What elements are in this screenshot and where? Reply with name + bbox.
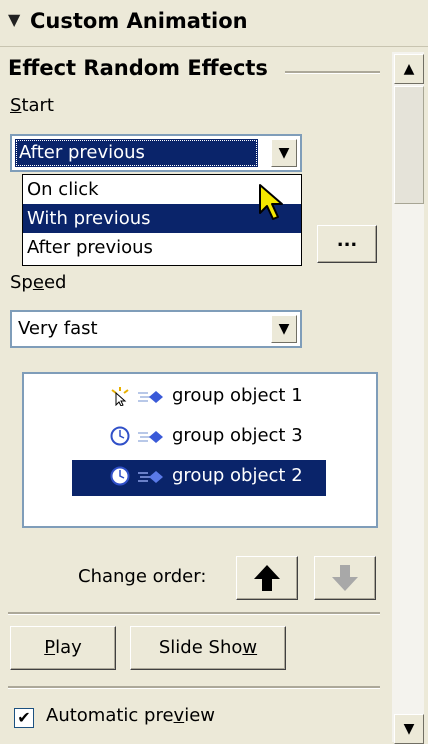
random-effect-icon: [138, 471, 163, 483]
start-dropdown[interactable]: After previous ▼: [10, 134, 302, 172]
collapse-triangle-icon[interactable]: ▼: [8, 10, 20, 29]
start-dropdown-value: After previous: [15, 139, 258, 167]
chevron-down-icon[interactable]: ▼: [271, 139, 297, 167]
separator: [8, 686, 380, 689]
animation-order-list[interactable]: group object 1 group object 3 group obje…: [22, 372, 378, 528]
play-button[interactable]: Play: [10, 626, 116, 670]
mouse-pointer-icon: [259, 184, 283, 220]
list-item-label: group object 2: [172, 465, 303, 486]
list-item-label: group object 1: [172, 385, 303, 406]
task-pane-title: Custom Animation: [30, 9, 248, 33]
chevron-down-icon[interactable]: ▼: [271, 315, 297, 343]
checkmark-icon: ✔: [17, 708, 31, 727]
speed-dropdown[interactable]: Very fast ▼: [10, 310, 302, 348]
effect-heading: Effect Random Effects: [8, 56, 268, 80]
arrow-up-icon: [254, 565, 280, 591]
dropdown-option-after-previous[interactable]: After previous: [23, 233, 301, 262]
effect-options-button[interactable]: ...: [317, 225, 377, 263]
clock-icon: [110, 426, 130, 446]
arrow-down-icon: [332, 565, 358, 591]
random-effect-icon: [138, 431, 163, 443]
speed-label: Speed: [10, 272, 67, 293]
clock-icon: [110, 466, 130, 486]
list-item-label: group object 3: [172, 425, 303, 446]
automatic-preview-label[interactable]: Automatic preview: [46, 705, 215, 726]
move-up-button[interactable]: [236, 556, 298, 600]
automatic-preview-checkbox[interactable]: ✔: [14, 708, 34, 728]
scroll-up-icon[interactable]: ▲: [394, 54, 424, 84]
task-pane-header[interactable]: ▼ Custom Animation: [0, 0, 428, 47]
speed-dropdown-value: Very fast: [18, 318, 98, 339]
separator: [8, 612, 380, 615]
random-effect-icon: [138, 391, 163, 403]
scroll-down-icon[interactable]: ▼: [394, 714, 424, 744]
change-order-label: Change order:: [78, 566, 207, 587]
start-label: Start: [10, 95, 54, 116]
move-down-button[interactable]: [314, 556, 376, 600]
scrollbar-thumb[interactable]: [394, 86, 424, 204]
click-trigger-icon: [111, 387, 129, 406]
slide-show-button[interactable]: Slide Show: [130, 626, 286, 670]
heading-divider: [285, 71, 380, 74]
